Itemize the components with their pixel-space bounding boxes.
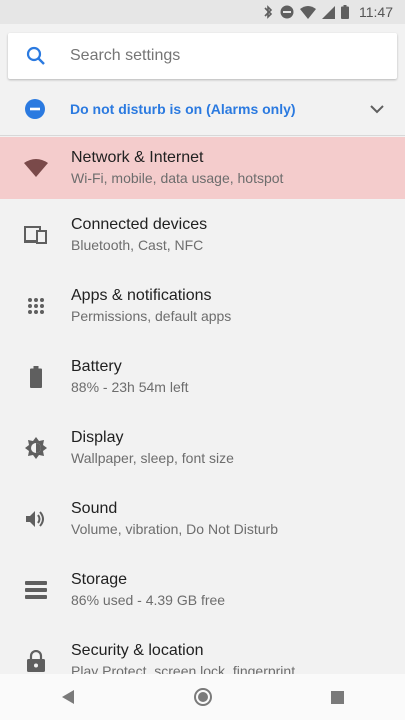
settings-item-title: Network & Internet <box>71 149 204 166</box>
storage-icon <box>0 580 71 599</box>
back-icon[interactable] <box>48 677 88 717</box>
do-not-disturb-icon <box>280 5 294 19</box>
settings-item-network[interactable]: Network & Internet Wi-Fi, mobile, data u… <box>0 137 405 199</box>
recents-icon[interactable] <box>318 677 358 717</box>
settings-item-subtitle: Bluetooth, Cast, NFC <box>71 236 204 253</box>
lock-icon <box>0 649 71 672</box>
bluetooth-icon <box>262 5 274 19</box>
divider <box>0 135 405 136</box>
status-time: 11:47 <box>359 4 393 20</box>
search-bar[interactable]: Search settings <box>8 33 397 79</box>
brightness-icon <box>0 436 71 460</box>
settings-item-connected-devices[interactable]: Connected devices Bluetooth, Cast, NFC <box>0 199 405 270</box>
volume-icon <box>0 509 71 529</box>
wifi-icon <box>0 159 71 177</box>
settings-item-storage[interactable]: Storage 86% used - 4.39 GB free <box>0 554 405 625</box>
search-placeholder[interactable]: Search settings <box>70 47 180 65</box>
settings-item-sound[interactable]: Sound Volume, vibration, Do Not Disturb <box>0 483 405 554</box>
battery-icon <box>0 365 71 388</box>
settings-item-subtitle: Wi-Fi, mobile, data usage, hotspot <box>71 170 284 186</box>
settings-item-subtitle: Wallpaper, sleep, font size <box>71 449 234 466</box>
settings-item-subtitle: Volume, vibration, Do Not Disturb <box>71 520 278 537</box>
cell-signal-icon <box>322 5 335 19</box>
settings-item-subtitle: 86% used - 4.39 GB free <box>71 591 226 608</box>
settings-item-title: Display <box>71 428 124 446</box>
settings-item-apps[interactable]: Apps & notifications Permissions, defaul… <box>0 270 405 341</box>
settings-item-title: Connected devices <box>71 215 208 233</box>
settings-item-title: Security & location <box>71 641 204 659</box>
dnd-icon <box>0 99 70 119</box>
settings-item-subtitle: Permissions, default apps <box>71 307 232 324</box>
settings-list: Network & Internet Wi-Fi, mobile, data u… <box>0 137 405 696</box>
dnd-banner[interactable]: Do not disturb is on (Alarms only) <box>0 86 405 132</box>
chevron-down-icon[interactable] <box>349 104 405 114</box>
settings-item-title: Storage <box>71 570 128 588</box>
settings-item-subtitle: 88% - 23h 54m left <box>71 378 189 395</box>
apps-grid-icon <box>0 297 71 315</box>
status-bar: 11:47 <box>0 0 405 24</box>
devices-icon <box>0 225 71 245</box>
battery-status-icon <box>341 5 349 19</box>
settings-item-title: Apps & notifications <box>71 286 212 304</box>
wifi-signal-icon <box>300 5 316 19</box>
settings-item-display[interactable]: Display Wallpaper, sleep, font size <box>0 412 405 483</box>
settings-item-battery[interactable]: Battery 88% - 23h 54m left <box>0 341 405 412</box>
dnd-text: Do not disturb is on (Alarms only) <box>70 101 296 117</box>
search-icon[interactable] <box>8 46 64 66</box>
settings-item-title: Battery <box>71 357 122 375</box>
settings-item-title: Sound <box>71 499 118 517</box>
home-icon[interactable] <box>183 677 223 717</box>
navigation-bar <box>0 674 405 720</box>
